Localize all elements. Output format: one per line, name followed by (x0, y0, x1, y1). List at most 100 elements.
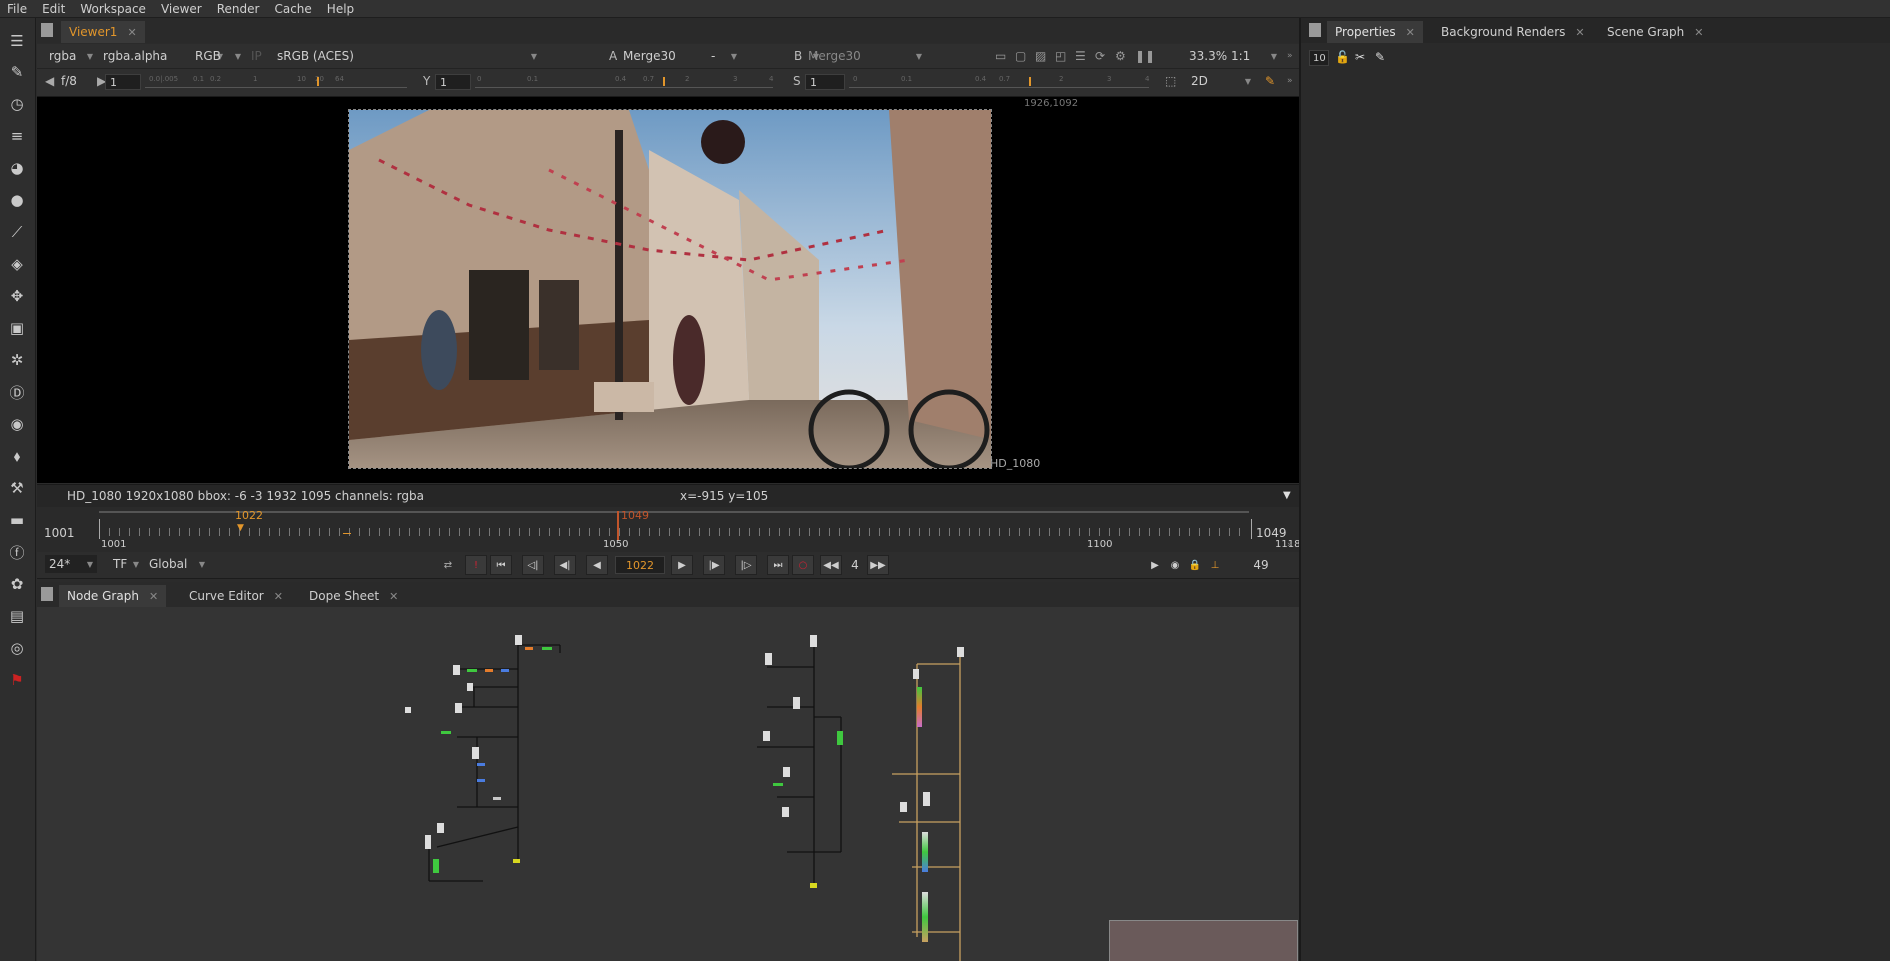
timeline-start[interactable]: 1001 (44, 526, 84, 540)
prev-increment-button[interactable]: ◀| (554, 555, 576, 575)
close-icon[interactable]: ✕ (1575, 26, 1584, 39)
plugin-red-icon[interactable]: ⚑ (6, 669, 28, 691)
expand-icon[interactable]: » (1283, 47, 1299, 65)
gain-input[interactable]: 1 (105, 74, 141, 90)
pane-menu-icon[interactable] (41, 23, 53, 37)
current-frame-input[interactable]: 1022 (615, 556, 665, 574)
views-nodes-icon[interactable]: ◉ (6, 413, 28, 435)
furnace-icon[interactable]: ⓕ (6, 541, 28, 563)
ip-button[interactable]: IP (247, 47, 273, 65)
menu-viewer[interactable]: Viewer (154, 2, 210, 16)
node[interactable] (837, 731, 843, 745)
step-back-button[interactable]: ◀◀ (820, 555, 842, 575)
wipe-icon[interactable]: ▨ (1031, 47, 1051, 65)
fstop-left-icon[interactable]: ◀ (41, 72, 55, 90)
display-dropdown[interactable]: RGB ▼ (191, 47, 245, 65)
tab-node-graph[interactable]: Node Graph ✕ (59, 585, 167, 607)
menu-cache[interactable]: Cache (267, 2, 319, 16)
ocula-icon[interactable]: ✿ (6, 573, 28, 595)
menu-render[interactable]: Render (210, 2, 268, 16)
tab-background-renders[interactable]: Background Renders ✕ (1433, 21, 1593, 43)
menu-file[interactable]: File (0, 2, 35, 16)
close-icon[interactable]: ✕ (389, 590, 398, 603)
grid-icon[interactable]: ☰ (1071, 47, 1091, 65)
node[interactable] (455, 703, 462, 713)
time-nodes-icon[interactable]: ◷ (6, 93, 28, 115)
keyer-nodes-icon[interactable]: ⟋ (6, 221, 28, 243)
stop-mark-icon[interactable]: ! (465, 555, 487, 575)
node[interactable] (913, 669, 919, 679)
menu-workspace[interactable]: Workspace (73, 2, 154, 16)
node[interactable] (542, 647, 552, 650)
tf-dropdown[interactable]: TF ▼ (109, 555, 143, 573)
close-icon[interactable]: ✕ (1406, 26, 1415, 39)
cara-vr-icon[interactable]: ▤ (6, 605, 28, 627)
view-mode-dropdown[interactable]: 2D ▼ (1187, 72, 1255, 90)
node[interactable] (922, 832, 928, 872)
safe-area-icon[interactable]: ▢ (1011, 47, 1031, 65)
gamma-input[interactable]: 1 (435, 74, 471, 90)
edit-icon[interactable]: ✎ (1375, 50, 1385, 64)
tab-scene-graph[interactable]: Scene Graph ✕ (1599, 21, 1711, 43)
transform-nodes-icon[interactable]: ✥ (6, 285, 28, 307)
tab-properties[interactable]: Properties ✕ (1327, 21, 1423, 43)
marker-in-icon[interactable]: ▼ (237, 523, 244, 533)
input-b-dropdown[interactable]: Merge30 ▼ (804, 47, 926, 65)
menu-edit[interactable]: Edit (35, 2, 73, 16)
close-icon[interactable]: ✕ (149, 590, 158, 603)
gamma-slider[interactable]: 0 0.1 0.4 0.7 2 3 4 (475, 75, 773, 88)
node[interactable] (923, 792, 930, 806)
filter-nodes-icon[interactable]: ● (6, 189, 28, 211)
node[interactable] (810, 883, 817, 888)
lut-dropdown[interactable]: sRGB (ACES) ▼ (273, 47, 541, 65)
in-out-icon[interactable]: ⊥ (1204, 555, 1226, 575)
tab-curve-editor[interactable]: Curve Editor ✕ (181, 585, 291, 607)
region-select-icon[interactable]: ⬚ (1161, 72, 1183, 90)
clear-panels-icon[interactable]: ✂ (1355, 50, 1365, 64)
metadata-nodes-icon[interactable]: ⬧ (6, 445, 28, 467)
node[interactable] (467, 669, 477, 672)
toolsets-icon[interactable]: ⚒ (6, 477, 28, 499)
fps-dropdown[interactable]: 24* ▼ (45, 555, 97, 573)
saturation-input[interactable]: 1 (805, 74, 845, 90)
lock-icon[interactable]: 🔒 (1184, 555, 1206, 575)
node[interactable] (493, 797, 501, 800)
node[interactable] (900, 802, 907, 812)
status-expand-icon[interactable]: ▼ (1283, 490, 1291, 501)
scope-dropdown[interactable]: Global ▼ (145, 555, 209, 573)
step-forward-button[interactable]: ▶▶ (867, 555, 889, 575)
ratio-dropdown[interactable]: 1:1 ▼ (1227, 47, 1281, 65)
refresh-icon[interactable]: ⟳ (1091, 47, 1111, 65)
step-value[interactable]: 4 (845, 558, 865, 572)
node[interactable] (485, 669, 493, 672)
timeline-ruler[interactable]: 1022 ▼ 1049 1001 1050 1100 1118 (99, 509, 1300, 550)
roi-icon[interactable]: ▭ (991, 47, 1011, 65)
node[interactable] (783, 767, 790, 777)
play-backward-button[interactable]: ◀ (586, 555, 608, 575)
node[interactable] (441, 731, 451, 734)
playhead[interactable] (617, 511, 619, 541)
menu-help[interactable]: Help (320, 2, 362, 16)
capture-icon[interactable]: ◉ (1164, 555, 1186, 575)
expand-icon-2[interactable]: » (1283, 72, 1299, 90)
node[interactable] (773, 783, 783, 786)
close-icon[interactable]: ✕ (127, 26, 136, 39)
color-nodes-icon[interactable]: ◕ (6, 157, 28, 179)
node[interactable] (763, 731, 770, 741)
close-icon[interactable]: ✕ (1694, 26, 1703, 39)
next-increment-button[interactable]: |▶ (703, 555, 725, 575)
node[interactable] (515, 635, 522, 645)
prev-keyframe-button[interactable]: ◁| (522, 555, 544, 575)
node[interactable] (477, 763, 485, 766)
node[interactable] (453, 665, 460, 675)
pane-menu-icon-3[interactable] (1309, 23, 1321, 37)
play-forward-button[interactable]: ▶ (671, 555, 693, 575)
node-graph-minimap[interactable] (1109, 920, 1298, 961)
gizmos-icon[interactable]: ◎ (6, 637, 28, 659)
draw-nodes-icon[interactable]: ✎ (6, 61, 28, 83)
node[interactable] (477, 779, 485, 782)
record-icon[interactable]: ○ (792, 555, 814, 575)
first-frame-button[interactable]: ⏮ (490, 555, 512, 575)
node[interactable] (425, 835, 431, 849)
node[interactable] (405, 707, 411, 713)
